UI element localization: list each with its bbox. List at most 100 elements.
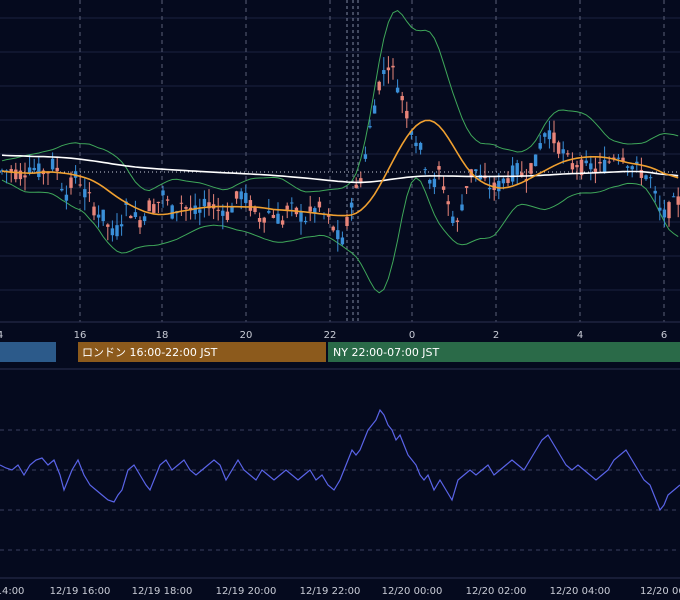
candle-down [78,184,82,186]
candle-up [451,216,455,223]
candle-up [50,158,55,170]
candle-up [423,169,427,171]
candle-up [60,188,64,191]
candle-down [92,206,96,216]
candle-down [556,142,561,154]
candle-up [372,105,377,114]
price-x-tick-label: 0 [409,330,415,341]
candle-down [179,202,184,204]
candle-up [589,163,593,170]
candle-up [644,175,648,180]
candle-up [658,207,662,211]
candle-up [32,167,36,171]
candle-up [303,220,308,223]
candle-down [248,200,253,211]
session-ny-label: NY 22:00-07:00 JST [333,346,440,359]
candle-down [156,201,161,203]
candle-up [27,167,32,173]
candle-up [501,178,506,184]
candle-down [147,200,151,212]
candle-down [575,164,579,168]
candle-up [414,142,418,147]
oscillator-x-tick-label: 12/19 16:00 [50,586,111,597]
candle-down [18,170,23,180]
candle-down [184,207,188,209]
candle-down [308,206,312,212]
candle-up [474,169,478,172]
price-x-tick-label: 2 [493,330,499,341]
candle-down [354,184,358,188]
candle-up [648,177,653,179]
candle-up [428,179,432,184]
candle-up [418,142,423,150]
candle-down [552,132,556,144]
candle-up [460,204,464,211]
candle-up [101,209,105,222]
candle-down [506,178,510,184]
candle-up [239,191,243,200]
candle-up [37,163,41,177]
candle-down [165,199,170,201]
candle-down [271,214,276,218]
candle-down [257,218,262,222]
candle-up [395,87,400,93]
candle-up [290,202,294,204]
price-x-tick-label: 20 [240,330,253,341]
candle-up [515,163,519,175]
oscillator-x-axis: 14:00 12/19 16:00 12/19 18:00 12/19 20:00 12… [0,586,680,597]
candle-up [96,214,101,218]
oscillator-x-tick-label: 12/19 18:00 [132,586,193,597]
candle-up [267,211,271,213]
price-x-tick-label: 4 [577,330,583,341]
oscillator-x-tick-label: 12/20 06: [640,586,680,597]
candle-up [202,198,207,207]
price-x-tick-label: 16 [74,330,87,341]
candle-down [55,167,59,172]
candle-down [216,209,220,211]
candle-up [244,193,248,203]
candle-up [133,212,138,218]
candle-up [336,230,340,240]
candle-up [510,165,515,182]
candle-up [142,216,147,222]
candle-down [14,169,18,180]
candle-down [225,211,230,220]
candle-up [547,130,552,140]
candle-down [152,204,156,213]
candle-down [331,226,335,231]
oscillator-x-tick-label: 12/19 22:00 [300,586,361,597]
candle-down [129,215,133,219]
candle-up [221,210,225,216]
forex-chart: 4 16 18 20 22 0 2 4 6 ロンドン 16:00-22:00 JST NY 22… [0,0,680,600]
candle-down [598,161,602,164]
candle-down [405,110,409,119]
candle-down [667,202,671,219]
candle-up [497,180,501,192]
candle-up [538,143,542,149]
candle-down [391,65,395,68]
candle-down [23,175,27,178]
candle-down [345,217,349,227]
candle-up [363,154,368,159]
candle-up [653,190,657,194]
candle-up [543,133,547,137]
candle-up [533,154,538,167]
candle-down [280,220,285,225]
candle-up [276,213,280,224]
oscillator-x-tick-label: 12/20 02:00 [466,586,527,597]
price-x-tick-label: 6 [661,330,667,341]
candle-down [69,177,73,188]
candle-up [616,157,621,159]
candle-down [87,192,92,194]
candle-up [198,209,202,213]
candle-up [349,202,354,208]
candle-up [230,207,234,213]
oscillator-x-tick-label: 12/19 20:00 [216,586,277,597]
session-bar: ロンドン 16:00-22:00 JST NY 22:00-07:00 JST [0,342,680,362]
oscillator-x-tick-label: 14:00 [0,586,24,597]
candle-down [317,201,322,208]
candle-down [570,163,575,170]
candle-up [64,194,69,201]
candle-down [285,205,289,210]
candle-down [566,153,570,155]
